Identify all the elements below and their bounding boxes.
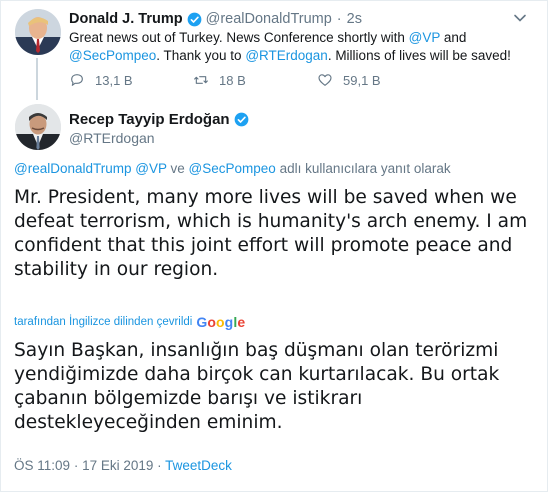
mention-link[interactable]: @VP	[409, 30, 440, 45]
mention-link[interactable]: @realDonaldTrump	[14, 161, 132, 176]
author-handle[interactable]: @RTErdogan	[69, 130, 155, 146]
author-name[interactable]: Donald J. Trump	[69, 11, 183, 27]
reply-icon	[71, 74, 83, 86]
parent-tweet[interactable]: Donald J. Trump @realDonaldTrump · 2s Gr…	[0, 0, 548, 100]
mention-link[interactable]: @VP	[135, 161, 166, 176]
verified-badge-icon	[234, 112, 248, 127]
tweet-metadata: ÖS 11:09 · 17 Eki 2019 · TweetDeck	[14, 458, 232, 473]
mention-link[interactable]: @SecPompeo	[69, 48, 156, 63]
parent-tweet-text: Great news out of Turkey. News Conferenc…	[69, 29, 529, 65]
tweet-time[interactable]: ÖS 11:09	[14, 458, 70, 473]
translation-attribution: tarafından İngilizce dilinden çevrildi G…	[14, 314, 245, 330]
tweet-time[interactable]: 2s	[347, 11, 362, 27]
mention-link[interactable]: @RTErdogan	[245, 48, 328, 63]
tweet-source-link[interactable]: TweetDeck	[165, 458, 232, 473]
reply-count: 13,1 B	[95, 72, 133, 88]
parent-tweet-header: Donald J. Trump @realDonaldTrump · 2s	[69, 10, 362, 28]
thread-connector	[36, 58, 38, 100]
author-name[interactable]: Recep Tayyip Erdoğan	[69, 111, 230, 128]
heart-icon	[318, 74, 332, 86]
retweet-icon	[194, 76, 208, 84]
tweet-date[interactable]: 17 Eki 2019	[82, 458, 153, 473]
tweet-text: Mr. President, many more lives will be s…	[14, 187, 528, 280]
reply-button[interactable]: 13,1 B	[69, 71, 193, 89]
retweet-count: 18 B	[219, 72, 246, 88]
verified-badge-icon	[187, 12, 201, 26]
text-segment: . Millions of lives will be saved!	[327, 48, 511, 63]
like-count: 59,1 B	[343, 72, 381, 88]
tweet-actions: 13,1 B 18 B 59,1 B	[69, 71, 509, 89]
google-logo: Google	[196, 314, 246, 330]
author-handle[interactable]: @realDonaldTrump	[206, 11, 332, 27]
text-segment: Great news out of Turkey. News Conferenc…	[69, 30, 409, 45]
chevron-down-icon[interactable]	[513, 11, 527, 25]
mention-link[interactable]: @SecPompeo	[189, 161, 276, 176]
like-button[interactable]: 59,1 B	[317, 71, 447, 89]
author-name-row: Recep Tayyip Erdoğan	[69, 111, 253, 128]
avatar[interactable]	[15, 9, 61, 55]
text-segment: . Thank you to	[156, 48, 246, 63]
translated-by-label[interactable]: tarafından İngilizce dilinden çevrildi	[14, 316, 192, 328]
avatar[interactable]	[15, 104, 61, 150]
text-segment: and	[440, 30, 467, 45]
separator-dot: ·	[336, 11, 342, 27]
replying-suffix: adlı kullanıcılara yanıt olarak	[279, 161, 451, 176]
retweet-button[interactable]: 18 B	[193, 71, 317, 89]
replying-conjunction: ve	[170, 161, 185, 176]
translated-tweet-text: Sayın Başkan, insanlığın baş düşmanı ola…	[14, 340, 500, 433]
replying-to: @realDonaldTrump @VP ve @SecPompeo adlı …	[14, 161, 451, 176]
